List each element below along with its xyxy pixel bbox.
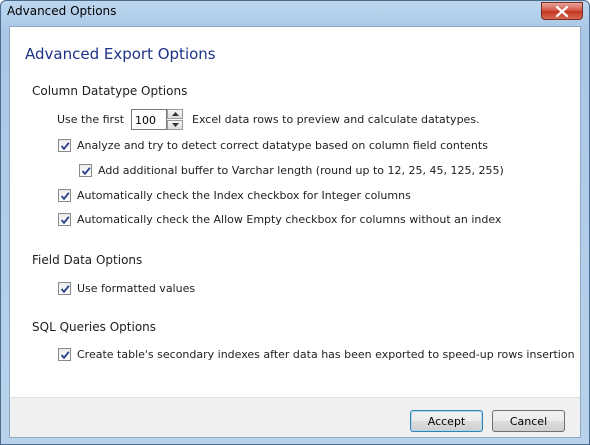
checkbox-label-allow-empty: Automatically check the Allow Empty chec…	[77, 213, 502, 226]
checkmark-icon	[60, 351, 70, 360]
arrow-up-icon	[172, 112, 179, 116]
close-icon	[556, 6, 568, 17]
checkmark-icon	[81, 167, 91, 176]
checkbox-label-formatted-values: Use formatted values	[77, 282, 196, 295]
checkmark-icon	[60, 285, 70, 294]
spin-down-button[interactable]	[167, 120, 183, 130]
dialog-heading: Advanced Export Options	[25, 45, 216, 63]
dialog-content: Advanced Export Options Column Datatype …	[9, 26, 581, 438]
section-title-sql-queries: SQL Queries Options	[32, 320, 157, 334]
section-title-field-data: Field Data Options	[32, 253, 143, 267]
checkmark-icon	[60, 216, 70, 225]
spin-up-button[interactable]	[167, 109, 183, 119]
accept-button[interactable]: Accept	[410, 410, 483, 432]
title-bar[interactable]: Advanced Options	[1, 1, 589, 25]
arrow-down-icon	[172, 123, 179, 127]
checkbox-secondary-indexes[interactable]	[58, 348, 71, 361]
dialog-window: Advanced Options Advanced Export Options…	[0, 0, 590, 445]
checkbox-formatted-values[interactable]	[58, 282, 71, 295]
button-bar: Accept Cancel	[10, 397, 580, 437]
checkbox-analyze-datatype[interactable]	[58, 139, 71, 152]
section-title-column-datatype: Column Datatype Options	[32, 84, 188, 98]
checkbox-index-integer[interactable]	[58, 189, 71, 202]
checkbox-label-analyze-datatype: Analyze and try to detect correct dataty…	[77, 139, 488, 152]
preview-rows-input[interactable]	[131, 109, 167, 130]
checkmark-icon	[60, 192, 70, 201]
window-title: Advanced Options	[7, 4, 117, 18]
preview-rows-spinner	[167, 109, 183, 130]
use-first-label: Use the first	[57, 113, 125, 126]
checkbox-label-secondary-indexes: Create table's secondary indexes after d…	[77, 348, 575, 361]
close-button[interactable]	[541, 2, 583, 20]
checkbox-varchar-buffer[interactable]	[79, 164, 92, 177]
checkbox-allow-empty[interactable]	[58, 213, 71, 226]
preview-rows-suffix: Excel data rows to preview and calculate…	[192, 113, 480, 126]
checkmark-icon	[60, 142, 70, 151]
cancel-button[interactable]: Cancel	[492, 410, 565, 432]
checkbox-label-index-integer: Automatically check the Index checkbox f…	[77, 189, 411, 202]
checkbox-label-varchar-buffer: Add additional buffer to Varchar length …	[98, 164, 504, 177]
